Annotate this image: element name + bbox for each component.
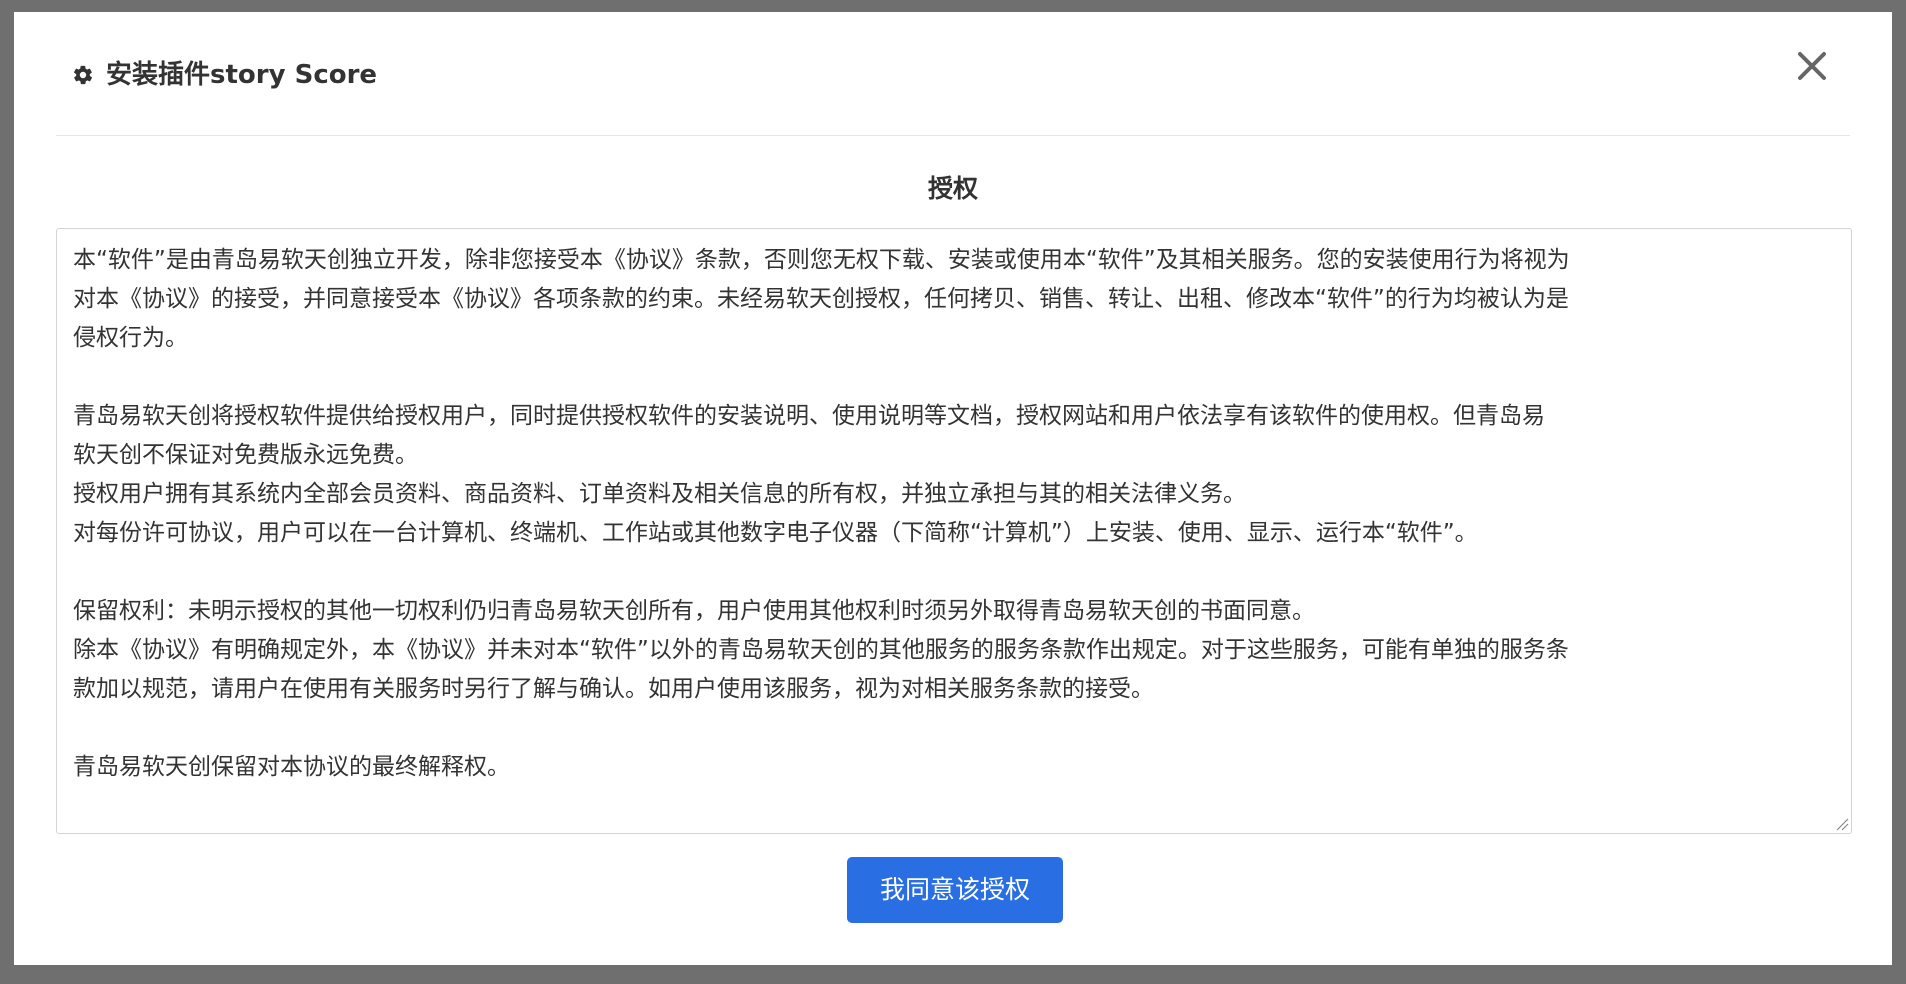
agreement-line: [73, 709, 1835, 748]
agreement-line: 授权用户拥有其系统内全部会员资料、商品资料、订单资料及相关信息的所有权，并独立承…: [73, 481, 1246, 507]
agreement-line: [73, 358, 1835, 397]
agreement-line: 青岛易软天创将授权软件提供给授权用户，同时提供授权软件的安装说明、使用说明等文档…: [73, 403, 1545, 429]
agreement-line: 软天创不保证对免费版永远免费。: [73, 442, 418, 468]
dialog-title: 安装插件story Score: [106, 60, 378, 90]
install-plugin-dialog: 安装插件story Score 授权 本“软件”是由青岛易软天创独立开发，除非您…: [14, 12, 1892, 965]
agreement-line: 对每份许可协议，用户可以在一台计算机、终端机、工作站或其他数字电子仪器（下简称“…: [73, 520, 1478, 546]
agreement-line: 保留权利：未明示授权的其他一切权利仍归青岛易软天创所有，用户使用其他权利时须另外…: [73, 598, 1315, 624]
agreement-line: 侵权行为。: [73, 325, 188, 351]
section-title: 授权: [927, 174, 978, 203]
agreement-line: [73, 553, 1835, 592]
agreement-line: 除本《协议》有明确规定外，本《协议》并未对本“软件”以外的青岛易软天创的其他服务…: [73, 637, 1569, 663]
close-icon[interactable]: [1792, 46, 1832, 86]
resize-grip-icon[interactable]: [1833, 815, 1849, 831]
agreement-line: 本“软件”是由青岛易软天创独立开发，除非您接受本《协议》条款，否则您无权下载、安…: [73, 247, 1570, 273]
agree-button[interactable]: 我同意该授权: [847, 857, 1063, 923]
agreement-line: 对本《协议》的接受，并同意接受本《协议》各项条款的约束。未经易软天创授权，任何拷…: [73, 286, 1569, 312]
agreement-line: 青岛易软天创保留对本协议的最终解释权。: [73, 754, 510, 780]
agreement-textarea[interactable]: 本“软件”是由青岛易软天创独立开发，除非您接受本《协议》条款，否则您无权下载、安…: [56, 228, 1852, 834]
agreement-text: 本“软件”是由青岛易软天创独立开发，除非您接受本《协议》条款，否则您无权下载、安…: [73, 241, 1835, 787]
close-button[interactable]: [1792, 46, 1832, 86]
gear-icon: [72, 64, 94, 86]
dialog-header: 安装插件story Score: [56, 12, 1850, 136]
agreement-line: 款加以规范，请用户在使用有关服务时另行了解与确认。如用户使用该服务，视为对相关服…: [73, 676, 1154, 702]
